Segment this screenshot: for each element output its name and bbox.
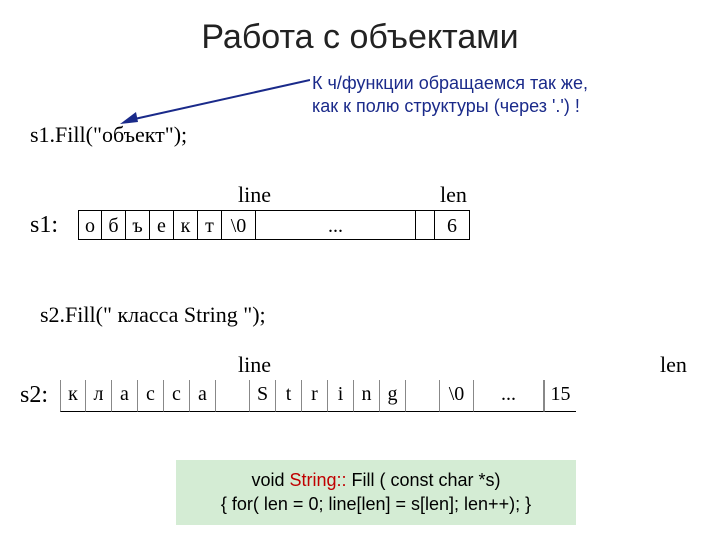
header-len-s2: len [660,352,687,378]
s1-cell: е [150,210,174,240]
s2-array: класса String \0...15 [60,380,720,414]
label-s1: s1: [30,212,58,239]
s2-cell-null: \0 [440,380,474,412]
s2-cell: n [354,380,380,412]
header-line-s2: line [238,352,271,378]
note-line1: К ч/функции обращаемся так же, [312,73,588,93]
code-call-s1: s1.Fill("объект"); [30,122,187,148]
s2-cell: r [302,380,328,412]
s1-cell: о [78,210,102,240]
s1-cell: т [198,210,222,240]
s2-cell: с [138,380,164,412]
code-pre: void [251,470,289,490]
note-text: К ч/функции обращаемся так же, как к пол… [312,72,712,119]
s2-cell: i [328,380,354,412]
s2-len: 15 [544,380,576,412]
code-post: Fill ( const char *s) [347,470,501,490]
s2-cell [216,380,250,412]
header-line-s1: line [238,182,271,208]
s1-array: объект\0... 6 [78,210,470,240]
label-s2: s2: [20,382,48,409]
note-line2: как к полю структуры (через '.') ! [312,96,580,116]
arrow-to-call [120,78,310,124]
s1-gap [416,210,434,240]
slide-title: Работа с объектами [0,18,720,57]
s2-cell: с [164,380,190,412]
s2-cell: а [112,380,138,412]
s2-cell: а [190,380,216,412]
code-definition: void String:: Fill ( const char *s) { fo… [176,460,576,525]
s2-cell: л [86,380,112,412]
s2-cell: S [250,380,276,412]
s2-cell: к [60,380,86,412]
code-classname: String:: [289,470,346,490]
header-len-s1: len [440,182,467,208]
s2-cell [406,380,440,412]
s2-ellipsis: ... [474,380,544,412]
s1-cell: ъ [126,210,150,240]
s1-cell-null: \0 [222,210,256,240]
s1-ellipsis: ... [256,210,416,240]
s2-cell: g [380,380,406,412]
code-call-s2: s2.Fill(" класса String "); [40,302,266,328]
s1-cell: к [174,210,198,240]
s2-cell: t [276,380,302,412]
s1-len: 6 [434,210,470,240]
code-body: { for( len = 0; line[len] = s[len]; len+… [221,494,531,514]
s1-cell: б [102,210,126,240]
